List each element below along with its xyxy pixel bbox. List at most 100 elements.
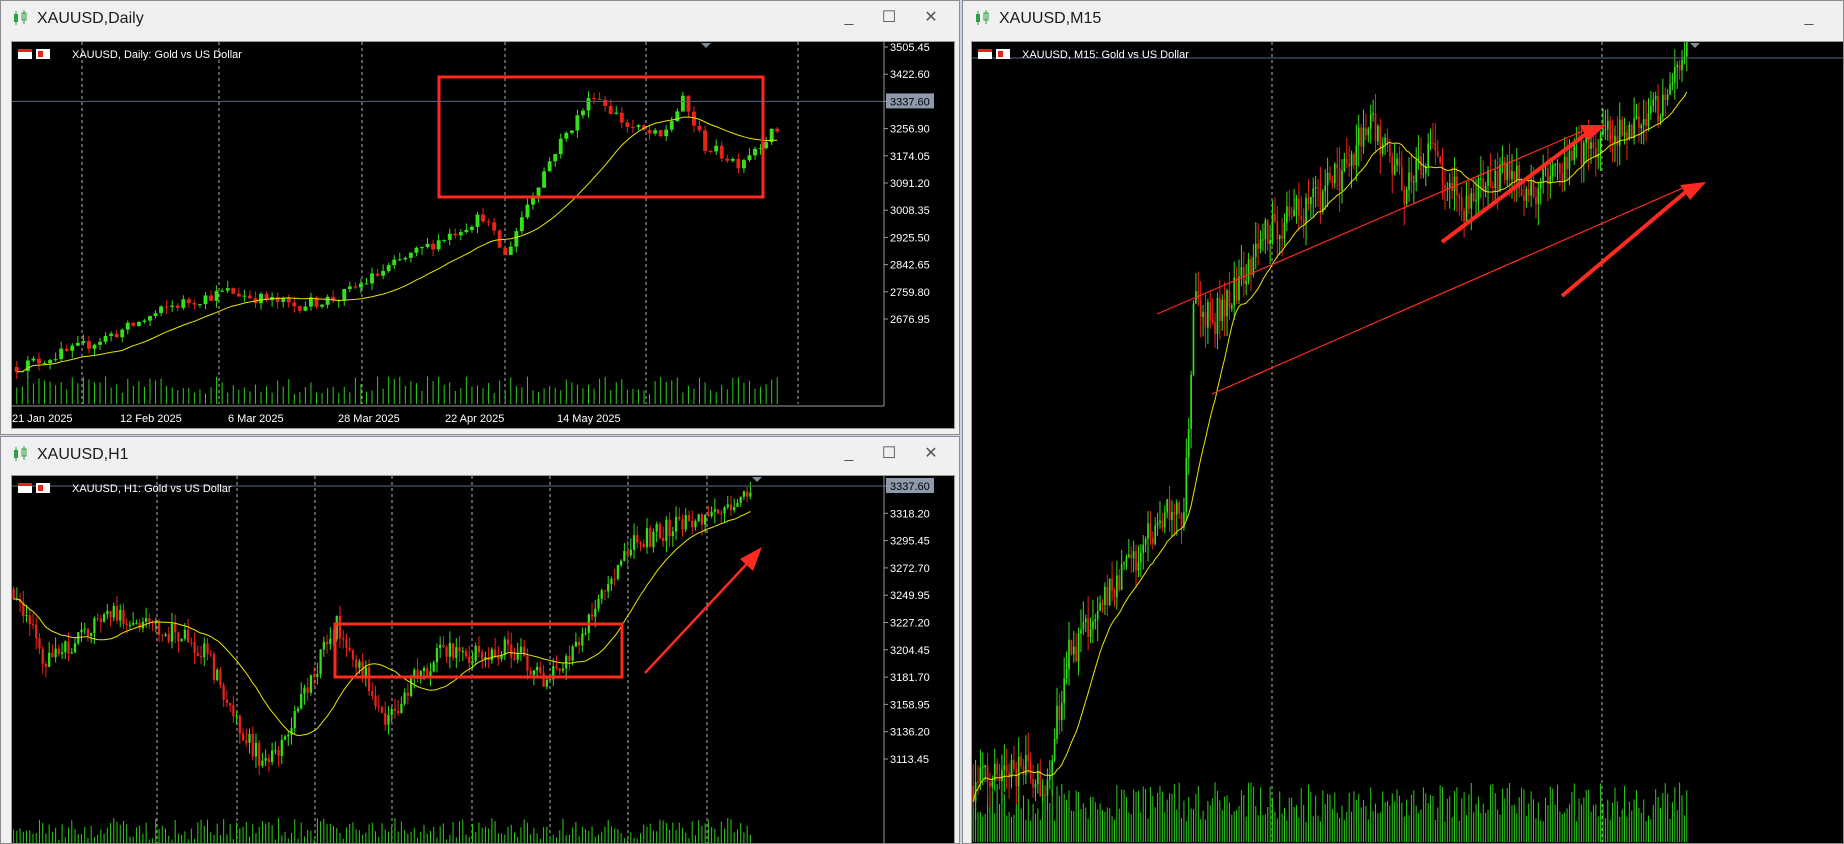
candle <box>432 660 435 673</box>
candle <box>1554 162 1556 178</box>
candle <box>375 268 380 277</box>
candle <box>1161 513 1164 532</box>
candle <box>1288 189 1291 222</box>
candle <box>1446 181 1449 202</box>
candle <box>261 753 264 768</box>
candle <box>1144 536 1147 553</box>
candle <box>741 158 746 173</box>
candle <box>1379 118 1382 174</box>
candle <box>319 649 322 679</box>
candle <box>1106 574 1109 617</box>
candle <box>486 218 491 227</box>
candle <box>300 682 303 710</box>
candle <box>73 637 77 654</box>
candle <box>293 705 296 735</box>
minimize-button[interactable]: _ <box>837 444 861 464</box>
candle <box>214 285 219 308</box>
candle <box>271 742 274 766</box>
candle <box>619 559 623 568</box>
daily-titlebar[interactable]: XAUUSD,Daily _ ☐ ✕ <box>1 1 959 35</box>
candlestick-icon <box>14 10 27 25</box>
maximize-button[interactable]: ☐ <box>877 8 901 28</box>
candle <box>1072 630 1075 663</box>
h1-chart-window[interactable]: XAUUSD,H1 _ ☐ ✕ 3337.60 3318.20 3295.45 327… <box>0 436 960 844</box>
candle <box>681 514 684 537</box>
y-tick-label: 3249.95 <box>890 590 930 602</box>
daily-chart-window[interactable]: XAUUSD,Daily _ ☐ ✕ 3505.45 3422.60 3337.60… <box>0 0 960 435</box>
candle <box>181 295 186 310</box>
candle <box>713 498 716 524</box>
candle <box>1319 166 1322 224</box>
candle <box>1025 735 1027 785</box>
candle <box>219 666 222 689</box>
window-title: XAUUSD,M15 <box>999 10 1102 27</box>
daily-chart-area[interactable]: 3505.45 3422.60 3337.60 3256.90 3174.05 3091.… <box>11 41 955 429</box>
m15-chart-svg[interactable]: XAUUSD, M15: Gold vs US Dollar <box>972 42 1844 844</box>
candle <box>1571 145 1573 162</box>
close-button[interactable]: ✕ <box>919 8 943 28</box>
candle <box>974 759 977 821</box>
y-tick-label: 3158.95 <box>890 699 930 711</box>
candle <box>1357 114 1360 167</box>
candle <box>83 622 86 635</box>
candle <box>623 542 626 562</box>
chart-header: XAUUSD, H1: Gold vs US Dollar <box>18 483 232 495</box>
daily-chart-svg[interactable]: 3505.45 3422.60 3337.60 3256.90 3174.05 3091.… <box>12 42 954 428</box>
candle <box>1377 124 1379 146</box>
candle <box>1681 49 1683 83</box>
close-button[interactable]: ✕ <box>919 444 943 464</box>
candle <box>1037 763 1039 794</box>
candle <box>1207 298 1209 345</box>
minimize-button[interactable]: _ <box>837 8 861 28</box>
h1-titlebar[interactable]: XAUUSD,H1 _ ☐ ✕ <box>1 437 959 471</box>
m15-chart-area[interactable]: XAUUSD, M15: Gold vs US Dollar <box>971 41 1844 844</box>
candle <box>1295 194 1298 224</box>
candle <box>647 124 652 140</box>
candle <box>1149 510 1152 546</box>
candle <box>199 645 203 665</box>
candle <box>42 360 47 365</box>
m15-titlebar[interactable]: XAUUSD,M15 _ <box>963 1 1843 35</box>
candle <box>115 595 119 624</box>
candle <box>775 126 780 134</box>
candle <box>658 129 663 138</box>
candle <box>1130 546 1133 573</box>
candle <box>1662 78 1664 122</box>
candlestick-icon <box>14 446 27 461</box>
candle <box>70 647 73 654</box>
candle <box>586 91 591 118</box>
candle <box>523 639 526 658</box>
candle <box>1142 535 1145 570</box>
candle <box>649 525 652 548</box>
candle <box>749 481 752 500</box>
h1-chart-area[interactable]: 3337.60 3318.20 3295.45 3272.70 3249.95 3227.… <box>11 475 955 844</box>
m15-chart-window[interactable]: XAUUSD,M15 _ XAUUSD, M15: Gold vs US Dol… <box>962 0 1844 844</box>
candle <box>1326 157 1329 208</box>
candle <box>694 519 697 531</box>
candle <box>490 647 493 664</box>
candle <box>692 106 696 133</box>
candle <box>1096 597 1099 642</box>
candle <box>1166 499 1169 519</box>
candle <box>347 281 352 293</box>
y-tick-label: 3174.05 <box>890 151 930 163</box>
y-tick-label: 2842.65 <box>890 260 930 272</box>
candle <box>403 688 406 706</box>
candle <box>1360 124 1362 162</box>
candle <box>1386 128 1389 153</box>
candle <box>128 620 132 629</box>
candle <box>535 662 539 676</box>
candle <box>1561 162 1564 193</box>
candle <box>464 223 469 234</box>
h1-chart-svg[interactable]: 3337.60 3318.20 3295.45 3272.70 3249.95 3227.… <box>12 476 954 844</box>
candle <box>1029 752 1032 784</box>
minimize-button[interactable]: _ <box>1797 8 1821 28</box>
candle <box>1266 219 1269 251</box>
consolidation-box <box>437 75 765 199</box>
candle <box>109 331 114 342</box>
candle <box>1499 157 1501 193</box>
candle <box>119 604 122 628</box>
candle <box>54 637 57 663</box>
candle <box>553 153 558 167</box>
maximize-button[interactable]: ☐ <box>877 444 901 464</box>
